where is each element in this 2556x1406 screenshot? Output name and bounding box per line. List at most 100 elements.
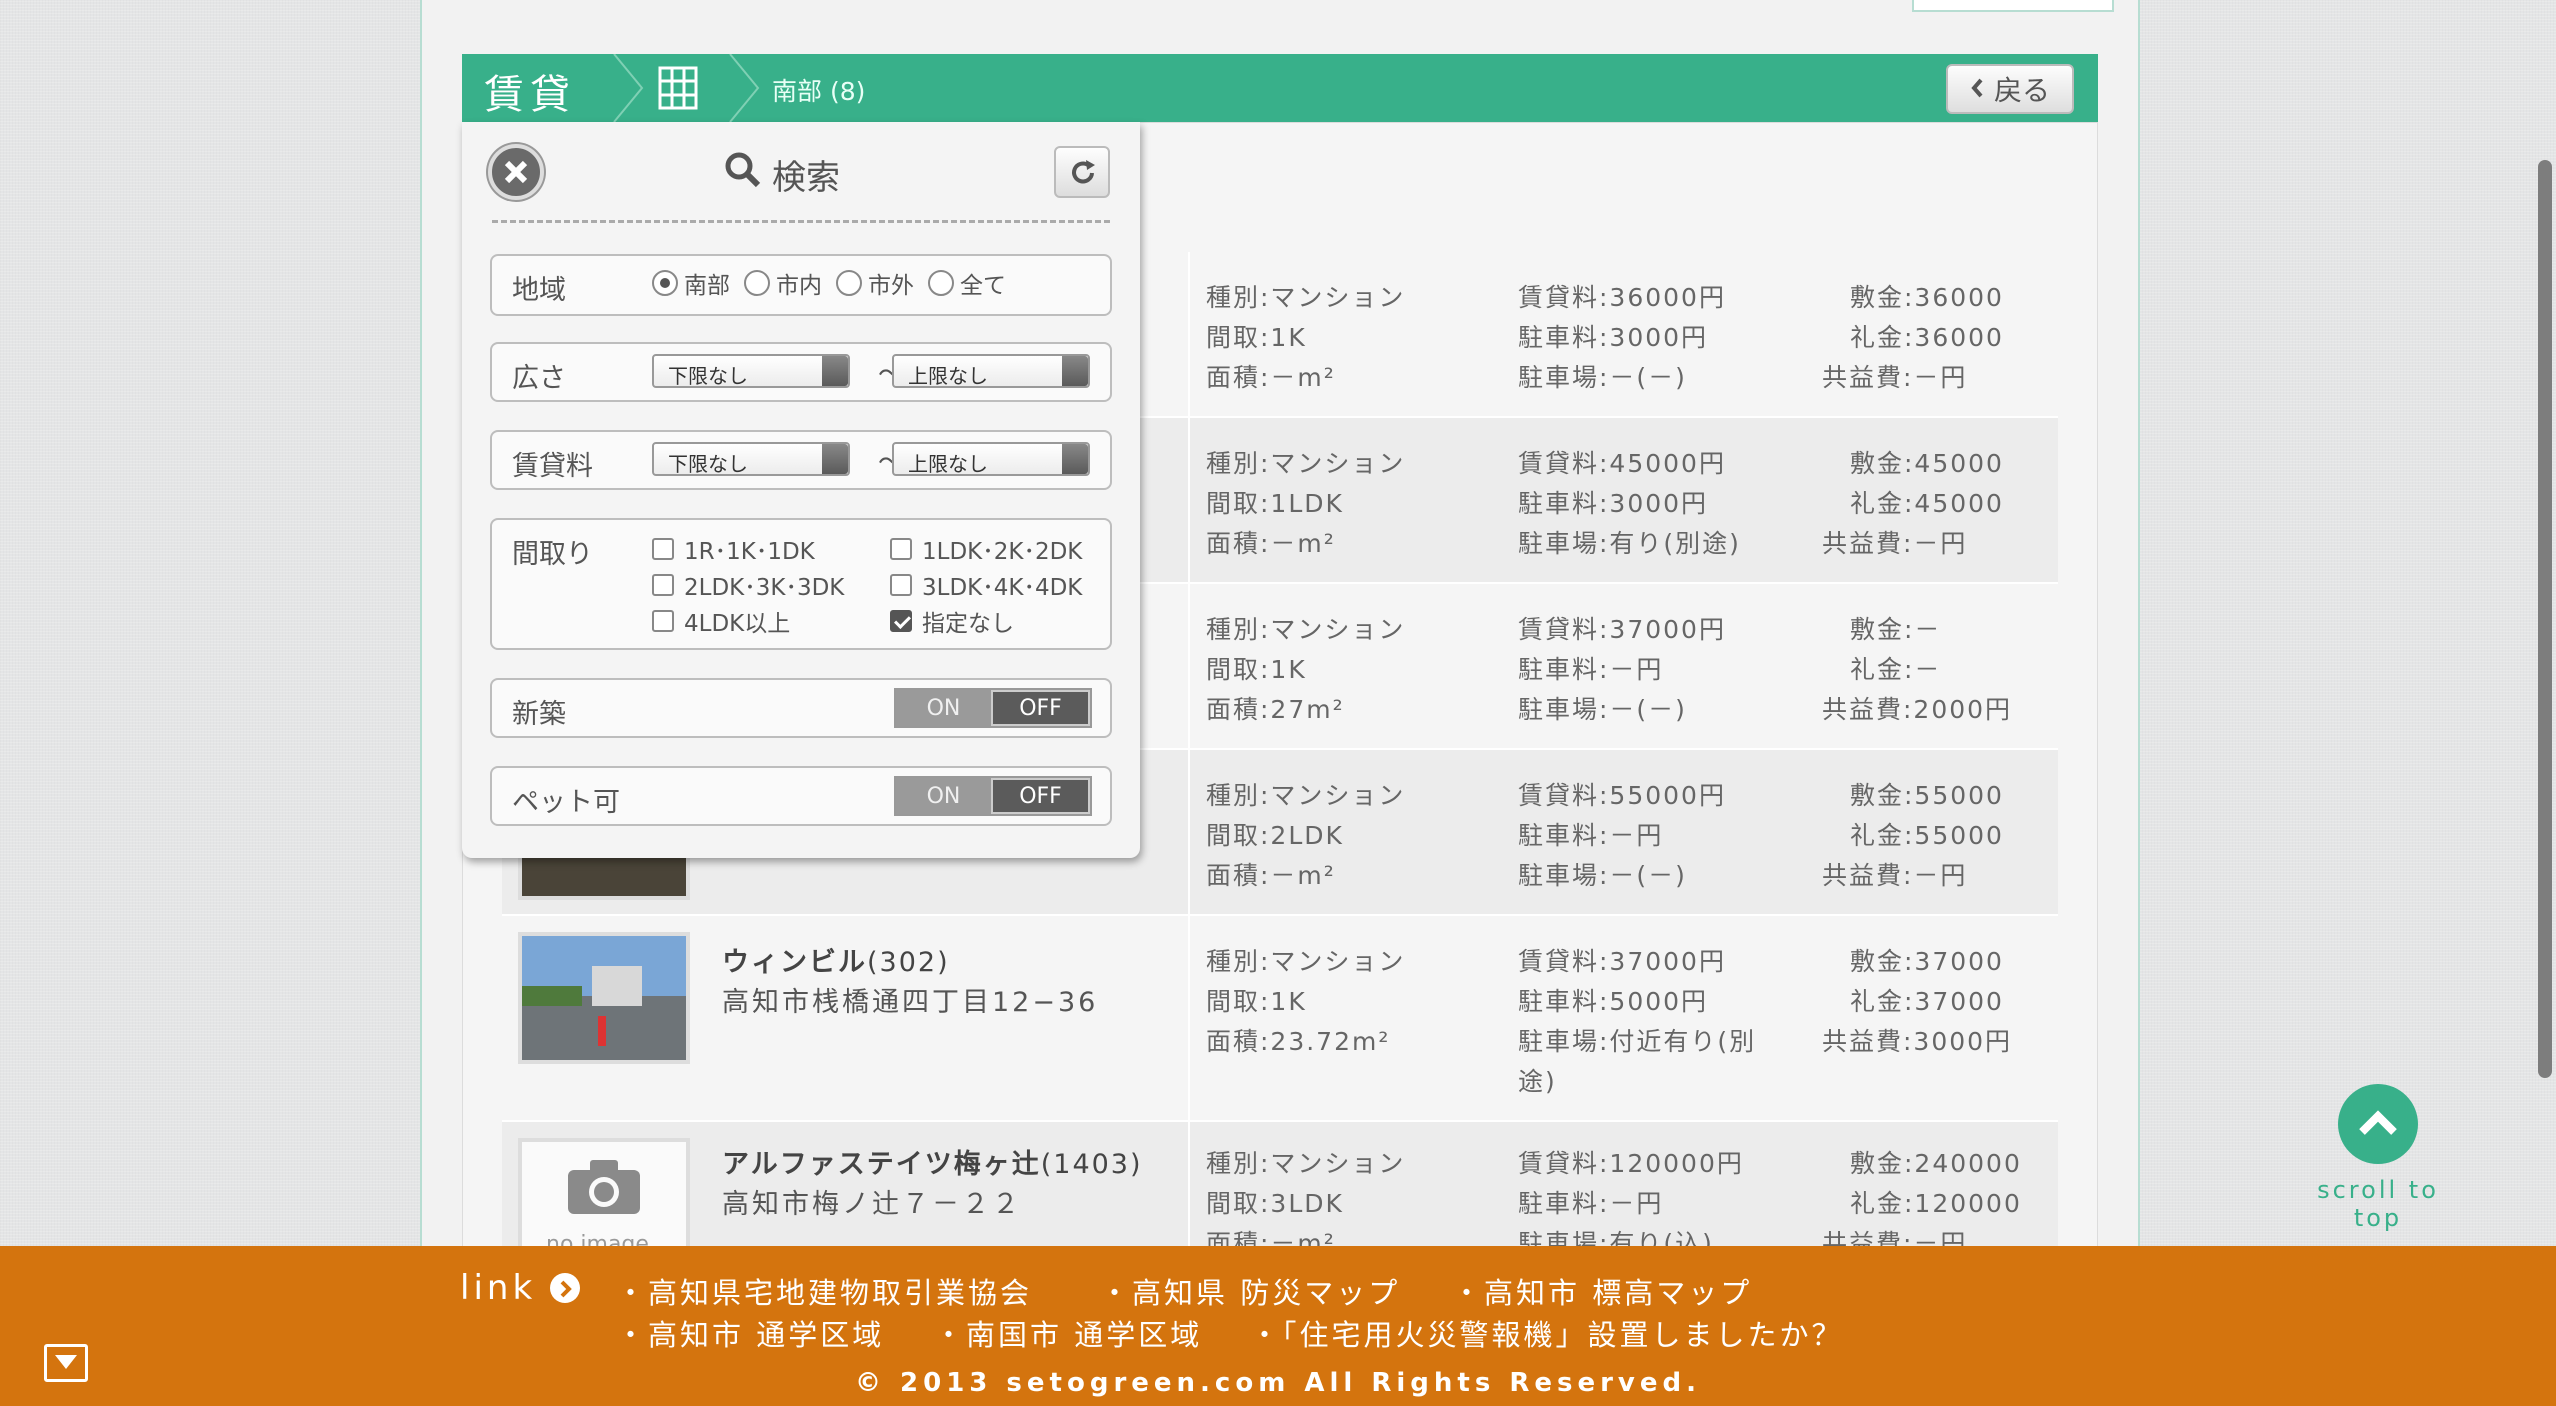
- chevron-up-icon: [2338, 1084, 2418, 1164]
- layout-checkbox-2ldk[interactable]: 2LDK･3K･3DK: [652, 568, 844, 602]
- radio-label: 市外: [868, 273, 914, 299]
- scroll-to-top-button[interactable]: scroll to top: [2298, 1084, 2458, 1232]
- checkbox-label: 1LDK･2K･2DK: [922, 539, 1083, 565]
- layout-checkbox-1r[interactable]: 1R･1K･1DK: [652, 532, 815, 566]
- updown-icon: [822, 444, 848, 474]
- checkbox: [652, 538, 674, 560]
- listing-type: 種別:マンション: [1206, 1149, 1406, 1178]
- footer-link[interactable]: ・高知県 防災マップ: [1100, 1270, 1400, 1312]
- footer-link[interactable]: ・「住宅用火災警報機」設置しましたか？: [1250, 1312, 1844, 1354]
- listing-common-fee: 共益費:2000円: [1822, 695, 2013, 724]
- size-max-select[interactable]: 上限なし: [892, 354, 1090, 388]
- area-radio-all[interactable]: 全て: [928, 266, 1006, 300]
- back-button[interactable]: 戻る: [1946, 64, 2074, 114]
- reset-button[interactable]: [1054, 146, 1110, 198]
- property-name[interactable]: アルファステイツ梅ヶ辻(1403): [722, 1142, 1143, 1181]
- listing-layout: 間取:2LDK: [1206, 821, 1344, 850]
- checkbox-label: 指定なし: [922, 611, 1014, 637]
- list-item[interactable]: ウィンビル(302) 高知市桟橋通四丁目12−36 種別:マンション 間取:1K…: [502, 916, 2058, 1122]
- toggle-on: ON: [896, 778, 991, 814]
- layout-checkbox-3ldk[interactable]: 3LDK･4K･4DK: [890, 568, 1082, 602]
- listing-area: 面積:27m²: [1206, 695, 1345, 724]
- chevron-right-icon: [550, 1273, 581, 1303]
- listing-parking-fee: 駐車料:－円: [1518, 821, 1664, 850]
- footer-link[interactable]: ・高知市 通学区域: [616, 1312, 884, 1354]
- listing-type: 種別:マンション: [1206, 615, 1406, 644]
- pets-toggle[interactable]: ON OFF: [894, 776, 1092, 816]
- toggle-off: OFF: [991, 778, 1090, 814]
- scroll-to-top-label: scroll to top: [2317, 1176, 2439, 1232]
- listing-parking: 駐車場:－(－): [1518, 861, 1687, 890]
- layout-checkbox-none[interactable]: 指定なし: [890, 604, 1014, 638]
- link-label: link: [460, 1268, 537, 1308]
- size-label: 広さ: [512, 363, 566, 394]
- listing-key-money: 礼金:55000: [1850, 821, 2004, 850]
- property-photo[interactable]: [518, 932, 690, 1064]
- toggle-on: ON: [896, 690, 991, 726]
- radio-label: 市内: [776, 273, 822, 299]
- divider: [492, 220, 1110, 223]
- close-button[interactable]: [488, 144, 544, 200]
- area-radio-shinai[interactable]: 市内: [744, 266, 822, 300]
- checkbox: [652, 610, 674, 632]
- listing-rent: 賃貸料:36000円: [1518, 283, 1726, 312]
- listing-parking-fee: 駐車料:3000円: [1518, 323, 1709, 352]
- pets-field: ペット可 ON OFF: [490, 766, 1112, 826]
- new-build-toggle[interactable]: ON OFF: [894, 688, 1092, 728]
- search-panel: 検索 地域 南部 市内 市外 全て 広さ 下限なし 〜 上限なし 賃貸料 下限な…: [462, 122, 1140, 858]
- listing-common-fee: 共益費:－円: [1822, 861, 1968, 890]
- search-icon: [724, 151, 762, 198]
- listing-parking: 駐車場:付近有り(別: [1518, 1027, 1757, 1056]
- area-field: 地域 南部 市内 市外 全て: [490, 254, 1112, 316]
- back-label: 戻る: [1993, 74, 2050, 107]
- new-build-field: 新築 ON OFF: [490, 678, 1112, 738]
- checkbox-label: 4LDK以上: [684, 611, 791, 637]
- layout-checkbox-4ldk[interactable]: 4LDK以上: [652, 604, 790, 638]
- link-heading: link: [460, 1268, 581, 1308]
- radio-label: 全て: [960, 273, 1006, 299]
- listing-area: 面積:－m²: [1206, 529, 1336, 558]
- footer-link[interactable]: ・高知市 標高マップ: [1452, 1270, 1752, 1312]
- listing-parking-fee: 駐車料:3000円: [1518, 489, 1709, 518]
- rent-min-select[interactable]: 下限なし: [652, 442, 850, 476]
- listing-parking: 駐車場:有り(別途): [1518, 529, 1741, 558]
- listing-rent: 賃貸料:37000円: [1518, 947, 1726, 976]
- listing-parking-fee: 駐車料:－円: [1518, 655, 1664, 684]
- select-value: 下限なし: [668, 364, 748, 388]
- listing-deposit: 敷金:55000: [1850, 781, 2004, 810]
- checkbox-label: 2LDK･3K･3DK: [684, 575, 845, 601]
- listing-parking-cont: 途): [1518, 1067, 1557, 1096]
- search-title: 検索: [724, 150, 840, 199]
- footer-link[interactable]: ・南国市 通学区域: [934, 1312, 1202, 1354]
- breadcrumb-area[interactable]: 南部 (8): [772, 72, 865, 108]
- layout-field: 間取り 1R･1K･1DK 1LDK･2K･2DK 2LDK･3K･3DK 3L…: [490, 518, 1112, 650]
- breadcrumb-rental[interactable]: 賃貸: [484, 62, 576, 120]
- layout-checkbox-1ldk[interactable]: 1LDK･2K･2DK: [890, 532, 1082, 566]
- listing-key-money: 礼金:－: [1850, 655, 1942, 684]
- listing-area: 面積:－m²: [1206, 363, 1336, 392]
- listing-key-money: 礼金:120000: [1850, 1189, 2022, 1218]
- listing-deposit: 敷金:37000: [1850, 947, 2004, 976]
- property-room: (1403): [1040, 1149, 1143, 1180]
- listing-parking: 駐車場:－(－): [1518, 363, 1687, 392]
- header-bar: 賃貸 南部 (8) 戻る: [462, 53, 2098, 123]
- footer: link ・高知県宅地建物取引業協会 ・高知県 防災マップ ・高知市 標高マップ…: [0, 1246, 2556, 1406]
- listing-layout: 間取:1K: [1206, 987, 1307, 1016]
- listing-common-fee: 共益費:3000円: [1822, 1027, 2013, 1056]
- rent-max-select[interactable]: 上限なし: [892, 442, 1090, 476]
- listing-type: 種別:マンション: [1206, 781, 1406, 810]
- listing-type: 種別:マンション: [1206, 283, 1406, 312]
- size-min-select[interactable]: 下限なし: [652, 354, 850, 388]
- radio-label: 南部: [684, 273, 730, 299]
- area-radio-shigai[interactable]: 市外: [836, 266, 914, 300]
- grid-icon[interactable]: [658, 66, 698, 110]
- rent-field: 賃貸料 下限なし 〜 上限なし: [490, 430, 1112, 490]
- property-name[interactable]: ウィンビル(302): [722, 940, 950, 979]
- property-address: 高知市桟橋通四丁目12−36: [722, 987, 1099, 1018]
- rent-label: 賃貸料: [512, 451, 593, 482]
- updown-icon: [1062, 356, 1088, 386]
- scrollbar[interactable]: [2538, 160, 2552, 1078]
- listing-parking-fee: 駐車料:5000円: [1518, 987, 1709, 1016]
- area-radio-nanbu[interactable]: 南部: [652, 266, 730, 300]
- footer-link[interactable]: ・高知県宅地建物取引業協会: [616, 1270, 1032, 1312]
